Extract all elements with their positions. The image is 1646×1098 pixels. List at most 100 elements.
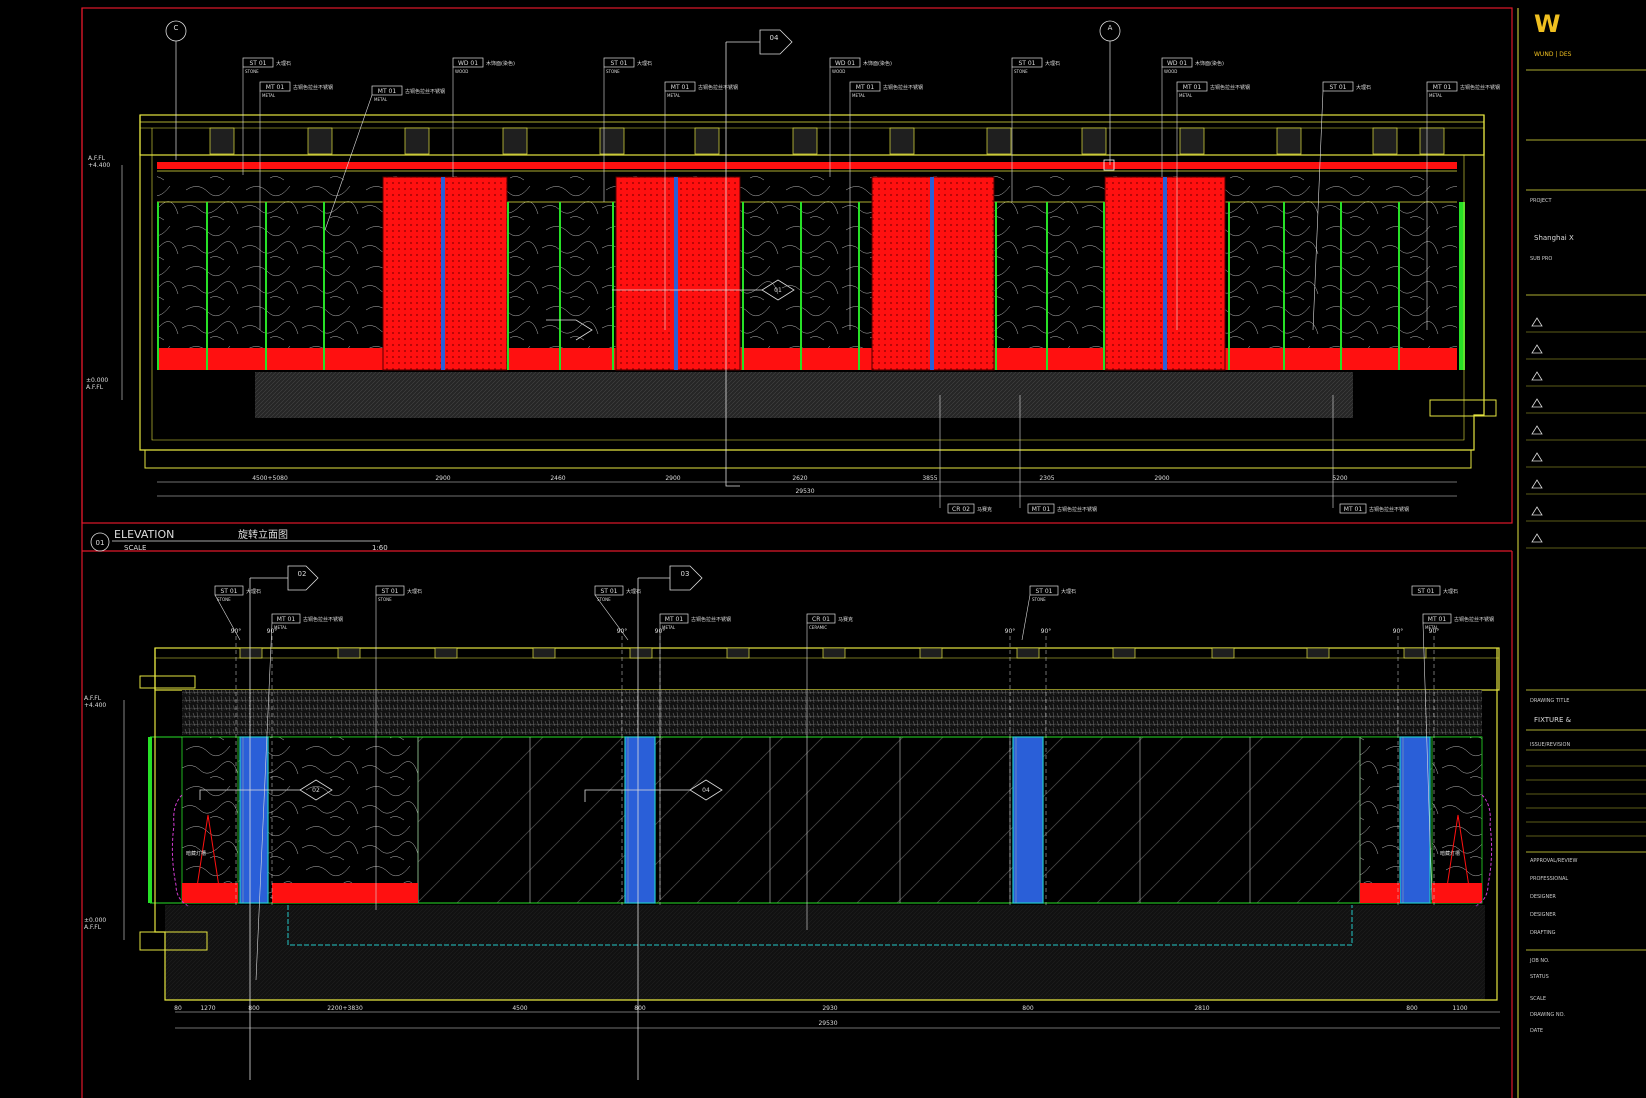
tag-code: ST 01 [381, 588, 398, 595]
ceiling-beam [889, 127, 915, 155]
ceiling-beam [434, 647, 458, 659]
tag-code: CR 02 [952, 506, 970, 513]
tag-sub: STONE [245, 69, 259, 74]
dimension-label: 4500 [512, 1005, 527, 1012]
ceiling-beam [629, 647, 653, 659]
red-base [157, 348, 1457, 370]
ceiling-beam [532, 647, 556, 659]
metal-strip [1163, 177, 1167, 370]
tag-sub: METAL [852, 93, 866, 98]
tag-label: 大理石 [276, 60, 291, 67]
tag-code: ST 01 [1329, 84, 1346, 91]
green-post [507, 202, 509, 370]
dimension-label: 1100 [1452, 1005, 1467, 1012]
firm-logo: W [1534, 10, 1560, 38]
dimension-label: 5200 [1332, 475, 1347, 482]
ceiling-beam [1419, 127, 1445, 155]
tag-label: 大理石 [1443, 588, 1458, 595]
green-post [995, 202, 997, 370]
tag-label: 大理石 [637, 60, 652, 67]
tag-code: WD 01 [1167, 60, 1187, 67]
green-post [157, 202, 159, 370]
tag-code: MT 01 [277, 616, 296, 623]
green-post [1046, 202, 1048, 370]
angle-label: 90° [1393, 628, 1404, 635]
tag-sub: STONE [217, 597, 231, 602]
tag-label: 大理石 [1061, 588, 1076, 595]
dimension-label: 2900 [435, 475, 450, 482]
drafting-label: DRAFTING [1530, 930, 1556, 936]
tag-label: 大理石 [407, 588, 422, 595]
dimension-label: 800 [1406, 1005, 1418, 1012]
green-post [1283, 202, 1285, 370]
angle-label: 90° [1005, 628, 1016, 635]
tag-code: ST 01 [249, 60, 266, 67]
level-top: A.F.FL +4.400 [88, 155, 110, 169]
tag-code: MT 01 [1183, 84, 1202, 91]
angle-label: 90° [231, 628, 242, 635]
svg-text:01: 01 [774, 287, 782, 294]
tag-label: 古铜色拉丝不锈钢 [883, 84, 923, 91]
ceiling-beam [1276, 127, 1302, 155]
level-top-2: A.F.FL +4.400 [84, 695, 106, 709]
marble-wall [157, 175, 1457, 348]
tag-label: 古铜色拉丝不锈钢 [405, 88, 445, 95]
green-post [1103, 202, 1105, 370]
revision-triangle [1531, 344, 1543, 354]
ceiling-beam [1016, 647, 1040, 659]
elevation-title: ELEVATION [114, 528, 174, 541]
ceiling-beam [307, 127, 333, 155]
svg-text:04: 04 [702, 787, 710, 794]
ceiling-beam [337, 647, 361, 659]
scale-label: SCALE [1530, 996, 1546, 1002]
scale-label: SCALE [124, 544, 146, 552]
blue-column [624, 736, 656, 904]
dimension-label: 1270 [200, 1005, 215, 1012]
level-bottom-2: ±0.000 A.F.FL [84, 917, 106, 931]
ceiling-beam [726, 647, 750, 659]
title-block: W WUND | DES PROJECT Shanghai X SUB PRO … [1526, 10, 1646, 1034]
drawing-title: FIXTURE & [1534, 716, 1572, 724]
issue-rows [1526, 765, 1646, 837]
angle-label: 90° [655, 628, 666, 635]
tag-code: WD 01 [458, 60, 478, 67]
tag-sub: STONE [1032, 597, 1046, 602]
ceiling-beam [209, 127, 235, 155]
tag-sub: WOOD [1164, 69, 1177, 74]
green-post [1228, 202, 1230, 370]
tag-code: ST 01 [1035, 588, 1052, 595]
tag-code: WD 01 [835, 60, 855, 67]
tag-label: 木饰面(染色) [863, 60, 892, 67]
tag-sub: WOOD [455, 69, 468, 74]
job-no-label: JOB NO. [1529, 958, 1550, 964]
firm-name: WUND | DES [1534, 51, 1572, 58]
metal-strip [441, 177, 445, 370]
ceiling-beam [792, 127, 818, 155]
total-dimension-2: 29530 [818, 1020, 837, 1027]
marble-panel [268, 737, 418, 903]
angle-label: 90° [617, 628, 628, 635]
designer-label-2: DESIGNER [1530, 912, 1556, 918]
tag-code: MT 01 [1433, 84, 1452, 91]
tag-label: 古铜色拉丝不锈钢 [293, 84, 333, 91]
revision-triangle [1531, 506, 1543, 516]
elevation-02: A.F.FL +4.400 ±0.000 A.F.FL 80 1270 800 2200+… [84, 565, 1500, 1080]
tag-code: MT 01 [378, 88, 397, 95]
tag-code: MT 01 [671, 84, 690, 91]
cad-drawing-canvas: W WUND | DES PROJECT Shanghai X SUB PRO … [81, 7, 1646, 1098]
dimension-labels-2: 80 1270 800 2200+3830 4500 800 2930 800 2810 800 1… [174, 1005, 1468, 1012]
tag-sub: STONE [378, 597, 392, 602]
tag-code: ST 01 [220, 588, 237, 595]
dimension-label: 4500+5080 [252, 475, 288, 482]
green-post [612, 202, 614, 370]
ceiling-beam [822, 647, 846, 659]
approval-label: APPROVAL/REVIEW [1530, 858, 1577, 864]
revision-triangle [1531, 398, 1543, 408]
dimension-label: 2900 [1154, 475, 1169, 482]
tag-label: 大理石 [246, 588, 261, 595]
green-post [265, 202, 267, 370]
revision-triangle [1531, 317, 1543, 327]
date-label: DATE [1530, 1028, 1543, 1034]
dimension-label: 2930 [822, 1005, 837, 1012]
tag-sub: STONE [1014, 69, 1028, 74]
